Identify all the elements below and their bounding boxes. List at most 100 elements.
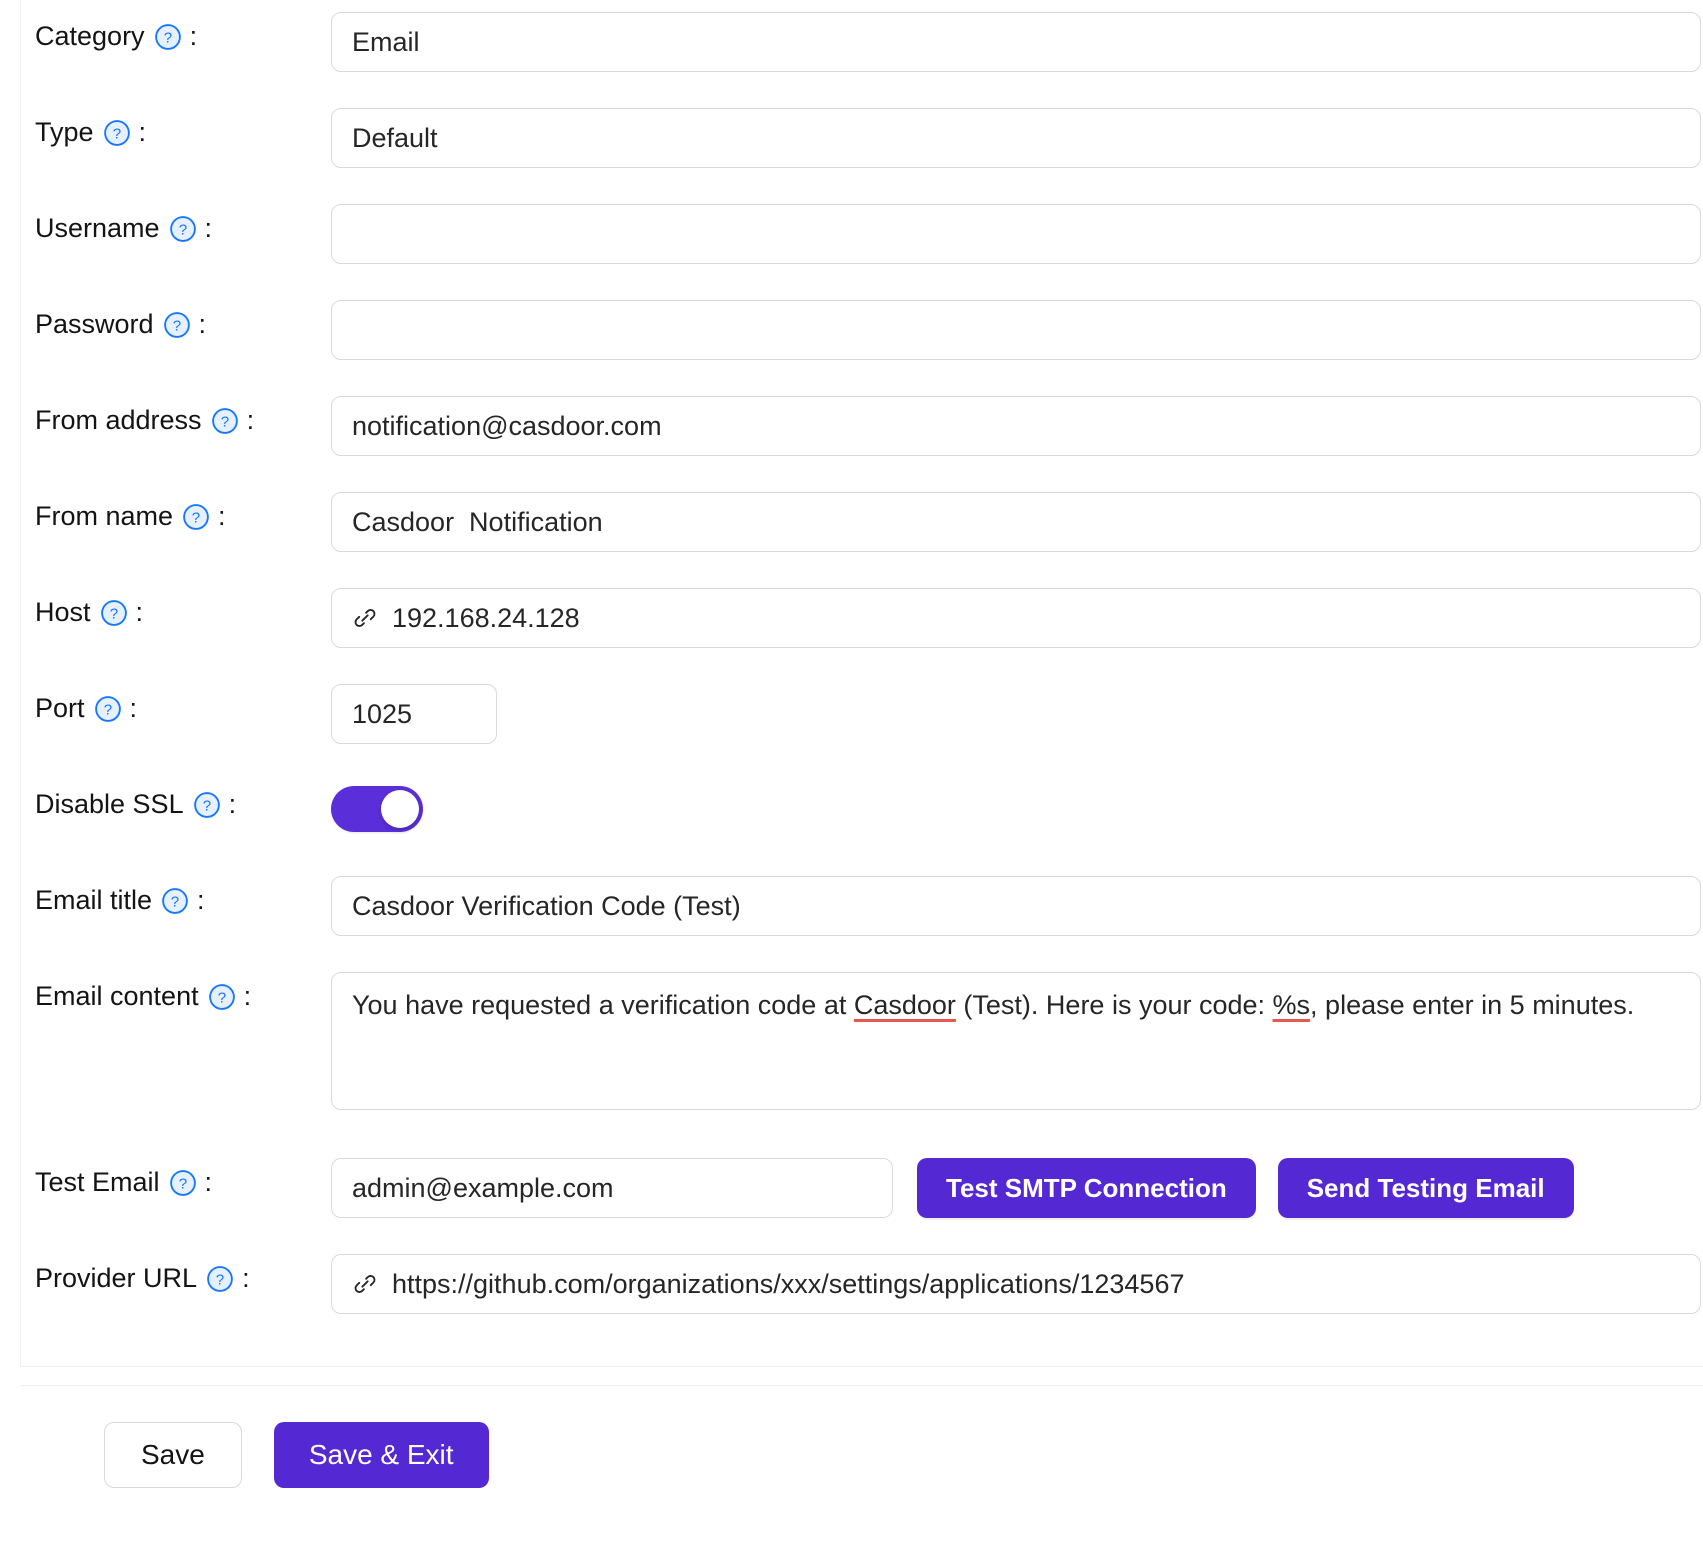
field-email-title: Casdoor Verification Code (Test) <box>331 864 1703 936</box>
save-button[interactable]: Save <box>104 1422 242 1488</box>
label-email-content: Email content ? : <box>35 960 331 1010</box>
question-circle-icon[interactable]: ? <box>206 1265 234 1293</box>
question-circle-icon[interactable]: ? <box>211 407 239 435</box>
svg-text:?: ? <box>192 509 200 526</box>
link-icon <box>352 1271 378 1297</box>
field-host: 192.168.24.128 <box>331 576 1703 648</box>
send-testing-email-button[interactable]: Send Testing Email <box>1278 1158 1574 1218</box>
password-input[interactable] <box>331 300 1701 360</box>
question-circle-icon[interactable]: ? <box>100 599 128 627</box>
field-username <box>331 192 1703 264</box>
port-input[interactable]: 1025 <box>331 684 497 744</box>
field-disable-ssl <box>331 768 1703 832</box>
question-circle-icon[interactable]: ? <box>161 887 189 915</box>
email-content-textarea[interactable]: You have requested a verification code a… <box>331 972 1701 1110</box>
type-value: Default <box>352 123 438 154</box>
label-password-text: Password <box>35 311 154 338</box>
test-email-value: admin@example.com <box>352 1173 614 1204</box>
form-row-email-title: Email title ? : Casdoor Verification Cod… <box>21 864 1703 960</box>
email-title-input[interactable]: Casdoor Verification Code (Test) <box>331 876 1701 936</box>
question-circle-icon[interactable]: ? <box>163 311 191 339</box>
label-username: Username ? : <box>35 192 331 242</box>
field-from-name: Casdoor Notification <box>331 480 1703 552</box>
label-host-text: Host <box>35 599 91 626</box>
label-colon: : <box>218 503 226 530</box>
provider-url-input[interactable]: https://github.com/organizations/xxx/set… <box>331 1254 1701 1314</box>
from-address-input[interactable]: notification@casdoor.com <box>331 396 1701 456</box>
svg-text:?: ? <box>216 1271 224 1288</box>
svg-text:?: ? <box>202 797 210 814</box>
provider-url-value: https://github.com/organizations/xxx/set… <box>392 1269 1184 1300</box>
question-circle-icon[interactable]: ? <box>182 503 210 531</box>
svg-text:?: ? <box>109 605 117 622</box>
test-smtp-connection-button[interactable]: Test SMTP Connection <box>917 1158 1256 1218</box>
category-select[interactable]: Email <box>331 12 1701 72</box>
field-type: Default <box>331 96 1703 168</box>
save-and-exit-button[interactable]: Save & Exit <box>274 1422 489 1488</box>
label-colon: : <box>197 887 205 914</box>
label-test-email-text: Test Email <box>35 1169 160 1196</box>
label-colon: : <box>205 1169 213 1196</box>
email-content-middle: (Test). Here is your code: <box>956 990 1273 1020</box>
host-input[interactable]: 192.168.24.128 <box>331 588 1701 648</box>
category-value: Email <box>352 27 420 58</box>
svg-text:?: ? <box>178 1175 186 1192</box>
svg-text:?: ? <box>112 125 120 142</box>
label-disable-ssl: Disable SSL ? : <box>35 768 331 818</box>
disable-ssl-toggle[interactable] <box>331 786 423 832</box>
label-password: Password ? : <box>35 288 331 338</box>
label-colon: : <box>136 599 144 626</box>
username-input[interactable] <box>331 204 1701 264</box>
label-colon: : <box>244 983 252 1010</box>
label-colon: : <box>229 791 237 818</box>
question-circle-icon[interactable]: ? <box>193 791 221 819</box>
form-row-password: Password ? : <box>21 288 1703 384</box>
email-content-casdoor-token: Casdoor <box>854 990 956 1020</box>
svg-text:?: ? <box>178 221 186 238</box>
question-circle-icon[interactable]: ? <box>169 215 197 243</box>
test-email-input[interactable]: admin@example.com <box>331 1158 893 1218</box>
label-colon: : <box>205 215 213 242</box>
field-provider-url: https://github.com/organizations/xxx/set… <box>331 1242 1703 1314</box>
type-select[interactable]: Default <box>331 108 1701 168</box>
question-circle-icon[interactable]: ? <box>154 23 182 51</box>
email-title-value: Casdoor Verification Code (Test) <box>352 891 741 922</box>
question-circle-icon[interactable]: ? <box>94 695 122 723</box>
question-circle-icon[interactable]: ? <box>169 1169 197 1197</box>
from-address-value: notification@casdoor.com <box>352 411 662 442</box>
form-row-from-address: From address ? : notification@casdoor.co… <box>21 384 1703 480</box>
label-type-text: Type <box>35 119 94 146</box>
svg-text:?: ? <box>171 893 179 910</box>
provider-form-card: Category ? : Email Type ? : <box>20 0 1703 1367</box>
label-from-name: From name ? : <box>35 480 331 530</box>
label-colon: : <box>130 695 138 722</box>
label-colon: : <box>242 1265 250 1292</box>
field-port: 1025 <box>331 672 1703 744</box>
form-row-category: Category ? : Email <box>21 0 1703 96</box>
label-email-title: Email title ? : <box>35 864 331 914</box>
form-row-from-name: From name ? : Casdoor Notification <box>21 480 1703 576</box>
label-email-content-text: Email content <box>35 983 199 1010</box>
form-row-username: Username ? : <box>21 192 1703 288</box>
question-circle-icon[interactable]: ? <box>208 983 236 1011</box>
field-password <box>331 288 1703 360</box>
svg-text:?: ? <box>172 317 180 334</box>
field-category: Email <box>331 0 1703 72</box>
label-provider-url-text: Provider URL <box>35 1265 197 1292</box>
label-type: Type ? : <box>35 96 331 146</box>
question-circle-icon[interactable]: ? <box>103 119 131 147</box>
label-colon: : <box>190 23 198 50</box>
label-provider-url: Provider URL ? : <box>35 1242 331 1292</box>
form-row-disable-ssl: Disable SSL ? : <box>21 768 1703 864</box>
field-email-content: You have requested a verification code a… <box>331 960 1703 1110</box>
email-content-after: , please enter in 5 minutes. <box>1310 990 1634 1020</box>
svg-text:?: ? <box>103 701 111 718</box>
svg-text:?: ? <box>220 413 228 430</box>
toggle-knob <box>381 790 419 828</box>
from-name-input[interactable]: Casdoor Notification <box>331 492 1701 552</box>
label-port-text: Port <box>35 695 85 722</box>
svg-text:?: ? <box>163 29 171 46</box>
form-row-test-email: Test Email ? : admin@example.com Test SM… <box>21 1146 1703 1242</box>
label-test-email: Test Email ? : <box>35 1146 331 1196</box>
label-from-address-text: From address <box>35 407 202 434</box>
